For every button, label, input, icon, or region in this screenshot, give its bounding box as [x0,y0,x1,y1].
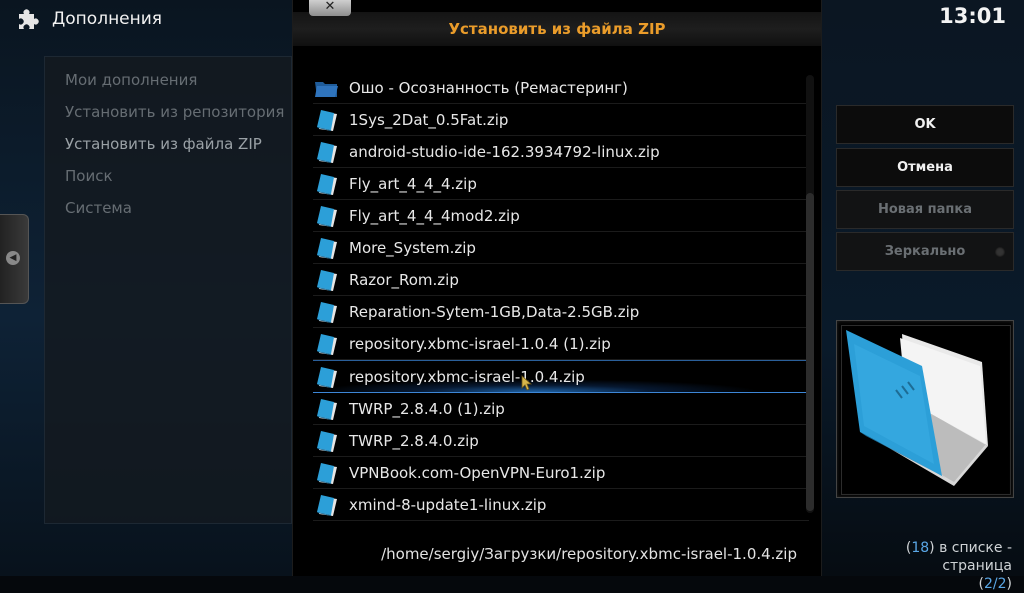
clock: 13:01 [939,4,1006,28]
mirror-label: Зеркально [884,244,966,259]
item-count-status: (18) в списке - страница (2/2) [905,540,1012,592]
scrollbar[interactable] [806,75,814,513]
file-name: TWRP_2.8.4.0.zip [349,431,479,450]
zip-file-icon [317,269,337,291]
file-list-item[interactable]: android-studio-ide-162.3934792-linux.zip [313,136,809,168]
file-list-item[interactable]: repository.xbmc-israel-1.0.4 (1).zip [313,328,809,360]
addons-menu: Мои дополнения Установить из репозитория… [44,56,292,524]
chevron-left-icon: ◀ [6,251,20,265]
file-name: Fly_art_4_4_4.zip [349,174,477,193]
zip-file-icon [317,237,337,259]
dialog-title: Установить из файла ZIP [293,12,821,46]
file-name: VPNBook.com-OpenVPN-Euro1.zip [349,463,606,482]
folder-icon [315,81,338,97]
menu-item-install-from-zip[interactable]: Установить из файла ZIP [65,135,262,153]
zip-file-icon [317,398,337,420]
zip-file-icon [317,462,337,484]
file-name: xmind-8-update1-linux.zip [349,495,547,514]
menu-item-my-addons[interactable]: Мои дополнения [65,71,197,89]
side-menu-toggle[interactable]: ◀ [0,214,29,304]
zip-file-icon [317,333,337,355]
selected-file-path: /home/sergiy/Загрузки/repository.xbmc-is… [381,545,797,563]
ok-button[interactable]: OK [836,105,1014,144]
file-list-item[interactable]: 1Sys_2Dat_0.5Fat.zip [313,104,809,136]
file-name: Razor_Rom.zip [349,270,459,289]
file-name: Reparation-Sytem-1GB,Data-2.5GB.zip [349,302,640,321]
preview-frame [841,325,1011,495]
file-list-item[interactable]: TWRP_2.8.4.0.zip [313,425,809,457]
item-count: 18 [911,540,930,556]
file-browser-dialog: Установить из файла ZIP ✕ Ошо - Осознанн… [292,0,822,576]
toggle-indicator-icon [995,247,1005,257]
file-list-item[interactable]: More_System.zip [313,232,809,264]
page-title: Дополнения [52,9,163,29]
file-list-item[interactable]: TWRP_2.8.4.0 (1).zip [313,393,809,425]
file-name: More_System.zip [349,238,476,257]
file-list-item[interactable]: repository.xbmc-israel-1.0.4.zip [313,360,809,393]
file-name: TWRP_2.8.4.0 (1).zip [349,399,505,418]
scrollbar-thumb[interactable] [806,193,814,511]
zip-file-icon [317,173,337,195]
file-name: 1Sys_2Dat_0.5Fat.zip [349,110,509,129]
zip-file-icon [317,205,337,227]
item-count-suffix: в списке - страница [934,540,1012,574]
file-list-item[interactable]: Reparation-Sytem-1GB,Data-2.5GB.zip [313,296,809,328]
file-list-item[interactable]: Razor_Rom.zip [313,264,809,296]
preview-thumbnail [836,320,1014,498]
file-list-item[interactable]: xmind-8-update1-linux.zip [313,489,809,521]
file-list: Ошо - Осознанность (Ремастеринг) 1Sys_2Da… [313,72,809,521]
menu-item-install-from-repository[interactable]: Установить из репозитория [65,103,284,121]
mirror-button[interactable]: Зеркально [836,232,1014,271]
menu-item-system[interactable]: Система [65,199,132,217]
file-list-item[interactable]: Fly_art_4_4_4mod2.zip [313,200,809,232]
file-name: repository.xbmc-israel-1.0.4.zip [349,367,585,386]
file-name: repository.xbmc-israel-1.0.4 (1).zip [349,334,611,353]
file-list-item[interactable]: Ошо - Осознанность (Ремастеринг) [313,72,809,104]
close-button[interactable]: ✕ [309,0,351,16]
file-name: Fly_art_4_4_4mod2.zip [349,206,520,225]
file-name: Ошо - Осознанность (Ремастеринг) [349,78,628,97]
file-list-item[interactable]: Fly_art_4_4_4.zip [313,168,809,200]
file-name: android-studio-ide-162.3934792-linux.zip [349,142,660,161]
zip-file-icon [317,141,337,163]
new-folder-button[interactable]: Новая папка [836,190,1014,229]
page-indicator: 2/2 [984,576,1007,592]
file-list-item[interactable]: VPNBook.com-OpenVPN-Euro1.zip [313,457,809,489]
zip-file-icon [317,301,337,323]
zip-file-icon [317,366,337,388]
menu-item-search[interactable]: Поиск [65,167,113,185]
mouse-cursor-icon [521,375,533,391]
zip-file-icon [317,494,337,516]
zip-file-icon [317,109,337,131]
zip-file-icon [317,430,337,452]
header: Дополнения [16,5,162,33]
puzzle-icon [19,9,39,29]
cancel-button[interactable]: Отмена [836,148,1014,187]
zip-package-preview-icon [846,330,988,486]
